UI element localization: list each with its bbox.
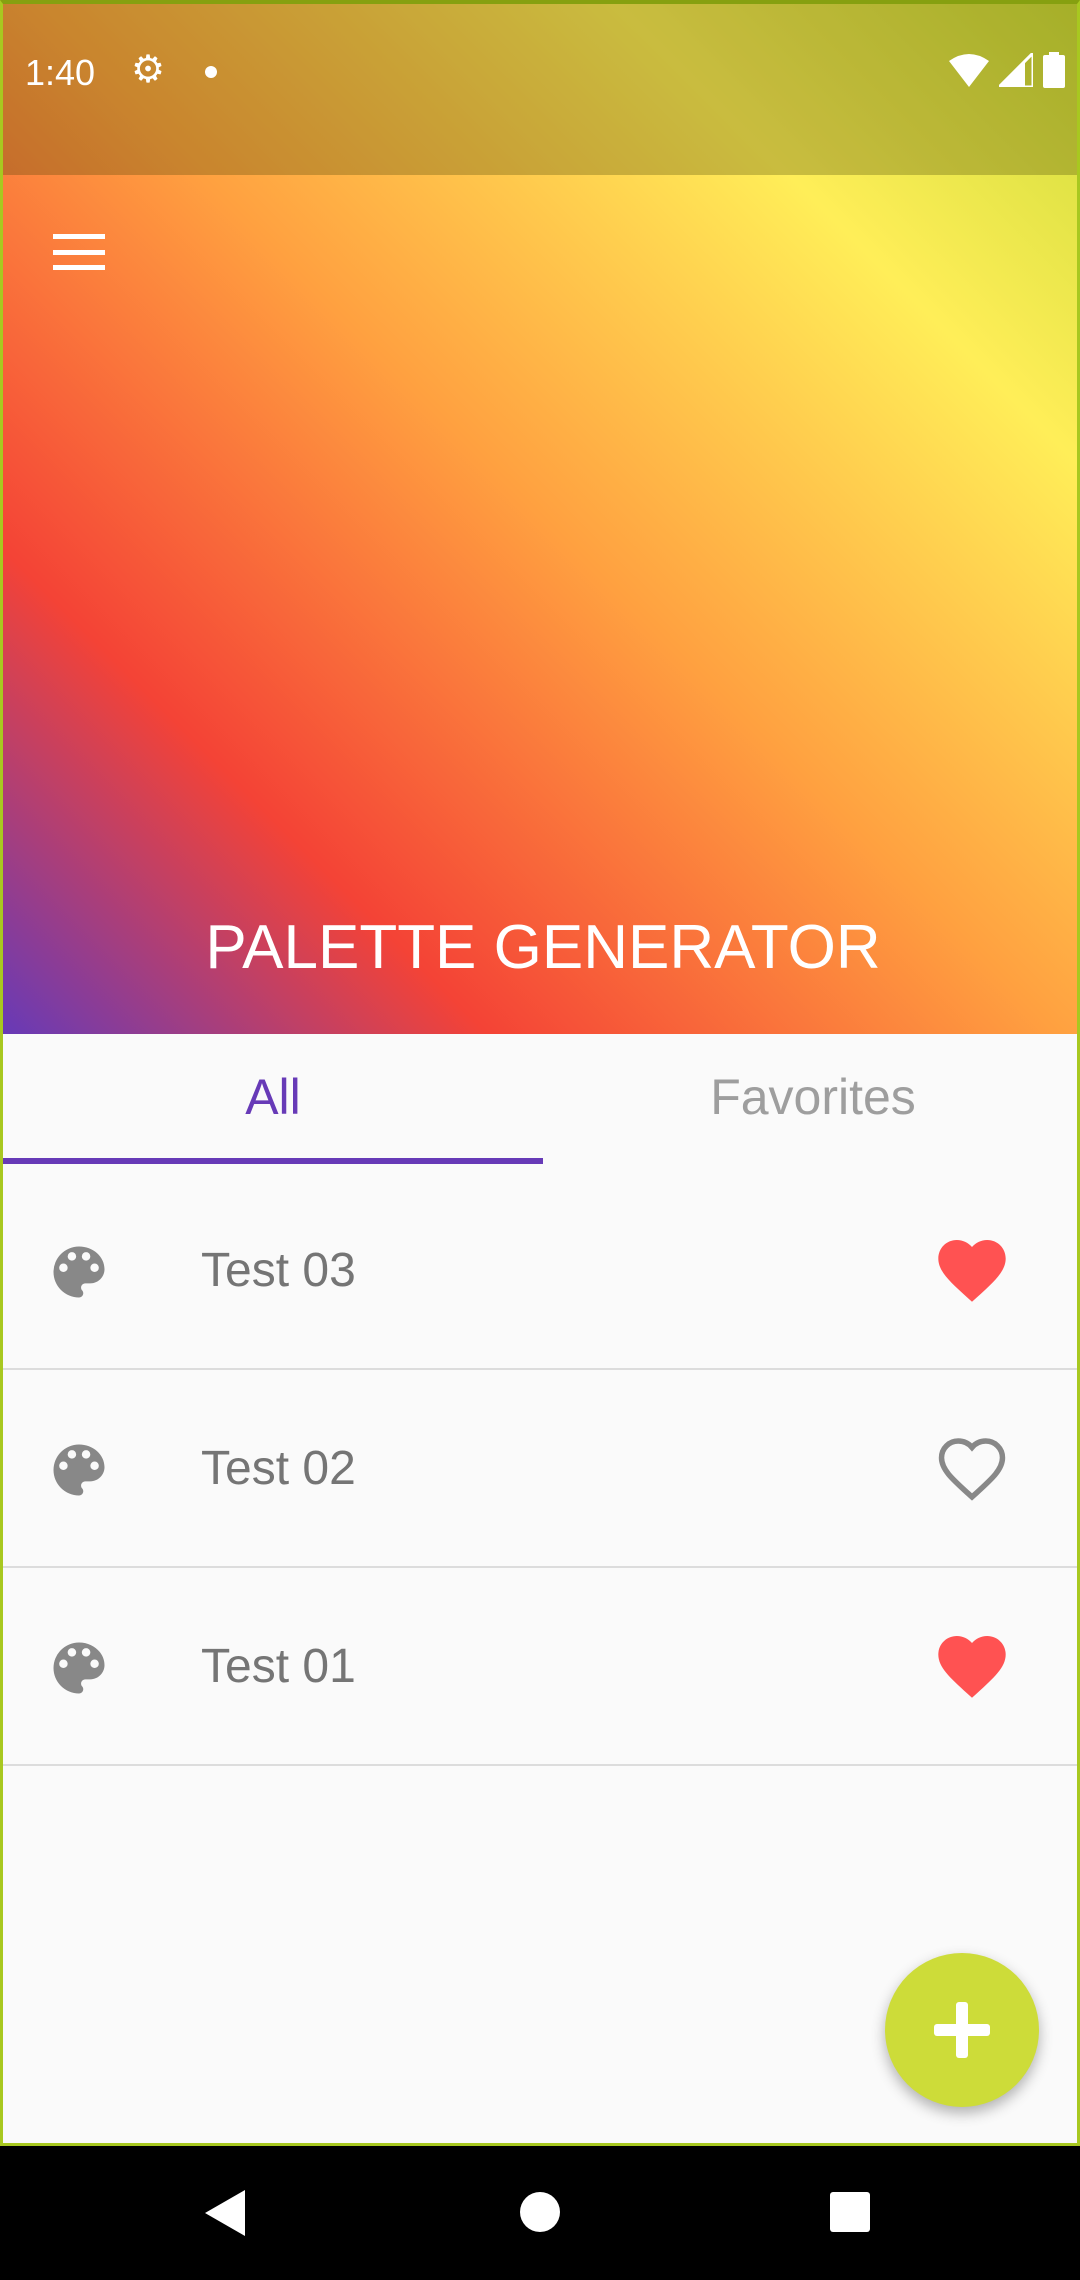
palette-icon: [53, 1642, 105, 1694]
battery-icon: [1043, 52, 1065, 88]
palette-name: Test 02: [201, 1442, 356, 1495]
palette-name: Test 01: [201, 1640, 356, 1693]
heart-filled-icon[interactable]: [937, 1240, 1007, 1304]
palette-icon: [53, 1246, 105, 1298]
menu-icon[interactable]: [53, 234, 105, 270]
signal-icon: [999, 53, 1033, 87]
add-palette-button[interactable]: [885, 1953, 1039, 2107]
header-banner: 1:40 ⚙ PALETTE GENERATOR: [3, 4, 1077, 1034]
tab-bar: All Favorites: [3, 1034, 1077, 1164]
status-time: 1:40: [25, 52, 96, 93]
palette-name: Test 03: [201, 1244, 356, 1297]
tab-indicator: [3, 1158, 543, 1164]
heart-outline-icon[interactable]: [937, 1438, 1007, 1502]
app-screen: 1:40 ⚙ PALETTE GENERATOR All Favorites T…: [0, 0, 1080, 2146]
palette-icon: [53, 1444, 105, 1496]
home-icon[interactable]: [520, 2192, 560, 2232]
notification-dot-icon: [205, 66, 217, 78]
settings-icon: ⚙: [131, 49, 166, 91]
status-bar: 1:40 ⚙: [3, 4, 1077, 175]
page-title: PALETTE GENERATOR: [205, 913, 881, 982]
tab-favorites[interactable]: Favorites: [543, 1034, 1077, 1164]
navigation-bar: [0, 2146, 1080, 2280]
wifi-icon: [949, 54, 989, 87]
palette-list-item[interactable]: Test 03: [3, 1172, 1077, 1370]
palette-list-item[interactable]: Test 02: [3, 1370, 1077, 1568]
tab-all[interactable]: All: [3, 1034, 543, 1164]
back-icon[interactable]: [205, 2190, 245, 2236]
plus-icon: [934, 2002, 990, 2058]
heart-filled-icon[interactable]: [937, 1636, 1007, 1700]
palette-list-item[interactable]: Test 01: [3, 1568, 1077, 1766]
recents-icon[interactable]: [830, 2192, 870, 2232]
